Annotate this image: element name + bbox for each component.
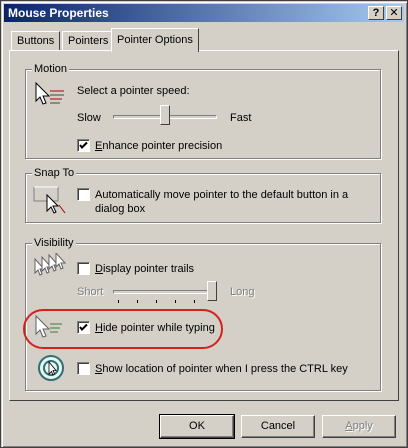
trails-tick bbox=[156, 300, 157, 303]
pointer-speed-icon bbox=[35, 81, 64, 105]
slow-label: Slow bbox=[77, 112, 101, 124]
trails-slider-thumb[interactable] bbox=[207, 281, 217, 301]
mouse-properties-window: Mouse Properties ? ✕ Buttons Pointers Po… bbox=[0, 0, 408, 448]
visibility-group-label: Visibility bbox=[32, 236, 76, 250]
trails-tick bbox=[194, 300, 195, 303]
snap-to-icon bbox=[33, 186, 66, 214]
pointer-speed-label: Select a pointer speed: bbox=[77, 85, 190, 97]
apply-button[interactable]: Apply bbox=[322, 415, 396, 438]
hide-pointer-icon bbox=[35, 314, 62, 338]
snap-to-label-line2[interactable]: dialog box bbox=[95, 203, 145, 216]
motion-group-label: Motion bbox=[32, 62, 70, 76]
show-location-ctrl-label[interactable]: Show location of pointer when I press th… bbox=[95, 363, 348, 376]
ctrl-locate-icon bbox=[38, 355, 64, 381]
pointer-trails-icon bbox=[34, 253, 67, 276]
short-label: Short bbox=[77, 286, 104, 298]
enhance-precision-label[interactable]: Enhance pointer precision bbox=[95, 140, 222, 153]
tab-pointer-options[interactable]: Pointer Options bbox=[111, 28, 199, 52]
cancel-button[interactable]: Cancel bbox=[241, 415, 315, 438]
pointer-trails-checkbox[interactable] bbox=[77, 262, 90, 275]
hide-pointer-typing-label[interactable]: Hide pointer while typing bbox=[95, 322, 215, 335]
speed-slider-thumb[interactable] bbox=[160, 105, 170, 125]
trails-slider-track[interactable] bbox=[113, 290, 217, 294]
close-button[interactable]: ✕ bbox=[386, 6, 402, 20]
enhance-precision-checkbox[interactable] bbox=[77, 139, 90, 152]
tab-pointers[interactable]: Pointers bbox=[62, 31, 115, 51]
snap-to-group-label: Snap To bbox=[32, 166, 77, 180]
help-button[interactable]: ? bbox=[368, 6, 384, 20]
long-label: Long bbox=[230, 286, 255, 298]
pointer-trails-label[interactable]: Display pointer trails bbox=[95, 263, 194, 276]
window-title: Mouse Properties bbox=[8, 6, 109, 20]
snap-to-label-line1[interactable]: Automatically move pointer to the defaul… bbox=[95, 189, 348, 202]
hide-pointer-typing-checkbox[interactable] bbox=[77, 321, 90, 334]
ok-button[interactable]: OK bbox=[159, 414, 235, 439]
show-location-ctrl-checkbox[interactable] bbox=[77, 362, 90, 375]
trails-tick bbox=[118, 300, 119, 303]
snap-to-checkbox[interactable] bbox=[77, 188, 90, 201]
trails-tick bbox=[137, 300, 138, 303]
tab-buttons[interactable]: Buttons bbox=[11, 31, 61, 51]
trails-tick bbox=[175, 300, 176, 303]
fast-label: Fast bbox=[230, 112, 252, 124]
title-bar[interactable]: Mouse Properties ? ✕ bbox=[4, 4, 404, 22]
